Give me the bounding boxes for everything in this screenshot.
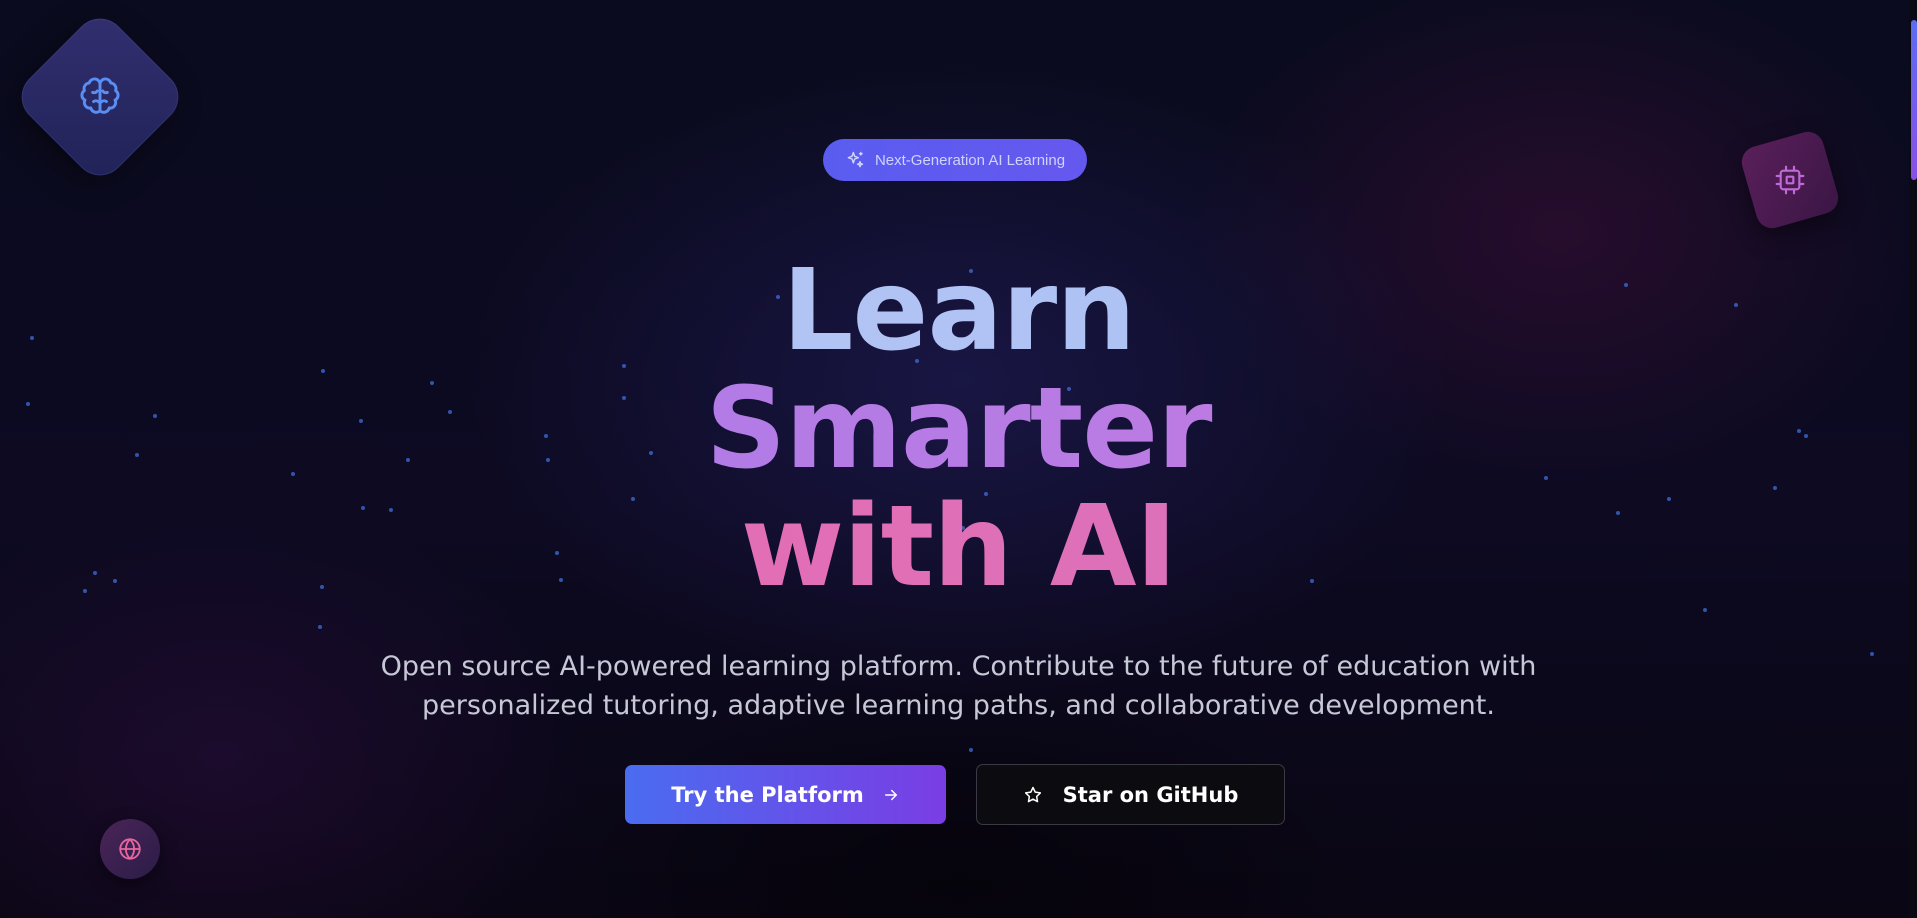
brain-icon: [80, 77, 120, 114]
headline-line-2: Smarter: [0, 370, 1917, 488]
star-github-label: Star on GitHub: [1062, 782, 1239, 807]
star-dot: [969, 748, 973, 752]
star-dot: [318, 625, 322, 629]
cpu-chip-icon: [1775, 165, 1805, 195]
arrow-right-icon: [884, 789, 897, 800]
star-dot: [1870, 652, 1874, 656]
try-platform-button[interactable]: Try the Platform: [625, 765, 946, 824]
badge-label: Next-Generation AI Learning: [874, 151, 1066, 169]
star-dot: [1703, 608, 1707, 612]
hero-badge: Next-Generation AI Learning: [823, 139, 1087, 181]
star-icon: [1024, 786, 1041, 802]
headline-line-3: with AI: [0, 488, 1917, 606]
star-github-button[interactable]: Star on GitHub: [976, 764, 1285, 825]
headline-line-1: Learn: [0, 252, 1917, 370]
globe-icon: [119, 838, 141, 860]
globe-tile: [100, 819, 160, 879]
try-platform-label: Try the Platform: [671, 782, 864, 807]
hero-headline: Learn Smarter with AI: [0, 252, 1917, 606]
sparkles-icon: [847, 151, 864, 168]
hero-subtitle: Open source AI-powered learning platform…: [380, 651, 1537, 721]
scrollbar-thumb[interactable]: [1911, 20, 1917, 180]
